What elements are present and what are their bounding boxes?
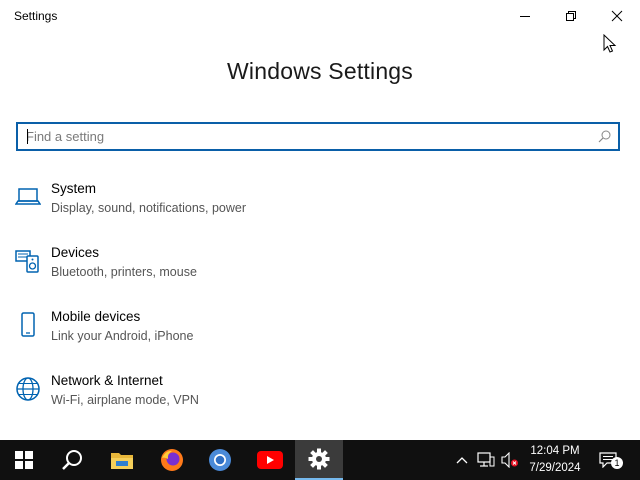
search-input[interactable] (26, 124, 586, 149)
chrome-button[interactable] (196, 440, 244, 480)
search-box[interactable] (16, 122, 620, 151)
firefox-button[interactable] (148, 440, 196, 480)
taskbar: 12:04 PM 7/29/2024 (0, 440, 640, 480)
mouse-cursor-icon (603, 34, 617, 53)
category-name: Mobile devices (51, 309, 141, 324)
category-mobile-devices[interactable]: Mobile devices Link your Android, iPhone (14, 309, 314, 353)
network-tray-button[interactable] (475, 440, 497, 480)
start-icon (15, 451, 33, 469)
minimize-button[interactable] (502, 0, 548, 32)
volume-tray-button[interactable] (499, 440, 521, 480)
search-icon[interactable] (598, 130, 611, 143)
globe-icon (14, 375, 42, 403)
chrome-icon (209, 449, 231, 471)
restore-button[interactable] (548, 0, 594, 32)
chevron-up-icon (456, 457, 468, 464)
category-description: Wi-Fi, airplane mode, VPN (51, 393, 199, 407)
taskbar-clock[interactable]: 12:04 PM 7/29/2024 (522, 443, 588, 477)
category-description: Bluetooth, printers, mouse (51, 265, 197, 279)
devices-icon (14, 247, 42, 275)
category-system[interactable]: System Display, sound, notifications, po… (14, 181, 314, 225)
notification-count-badge: 1 (611, 457, 623, 469)
clock-date: 7/29/2024 (529, 462, 581, 474)
youtube-icon (257, 451, 283, 469)
close-icon (611, 10, 623, 22)
phone-icon (14, 311, 42, 339)
category-devices[interactable]: Devices Bluetooth, printers, mouse (14, 245, 314, 289)
show-hidden-icons-button[interactable] (452, 440, 472, 480)
window-title: Settings (14, 9, 58, 23)
category-name: Devices (51, 245, 100, 260)
minimize-icon (520, 16, 530, 17)
file-explorer-icon (111, 453, 133, 469)
network-icon (477, 452, 495, 467)
settings-gear-icon (308, 448, 330, 470)
taskbar-search-button[interactable] (48, 440, 96, 480)
category-description: Display, sound, notifications, power (51, 201, 247, 215)
title-bar: Settings (0, 0, 640, 32)
category-name: System (51, 181, 97, 196)
file-explorer-button[interactable] (98, 440, 146, 480)
category-network-internet[interactable]: Network & Internet Wi-Fi, airplane mode,… (14, 373, 314, 417)
volume-muted-icon (501, 452, 518, 468)
close-button[interactable] (594, 0, 640, 32)
page-title: Windows Settings (227, 58, 413, 84)
laptop-icon (14, 183, 42, 211)
settings-taskbar-button[interactable] (295, 440, 343, 480)
restore-icon (566, 11, 576, 21)
firefox-icon (161, 449, 183, 471)
youtube-button[interactable] (246, 440, 294, 480)
clock-time: 12:04 PM (530, 445, 580, 457)
category-name: Network & Internet (51, 373, 163, 388)
search-icon (62, 450, 82, 470)
text-caret (27, 129, 28, 144)
category-description: Link your Android, iPhone (51, 329, 194, 343)
start-button[interactable] (0, 440, 48, 480)
